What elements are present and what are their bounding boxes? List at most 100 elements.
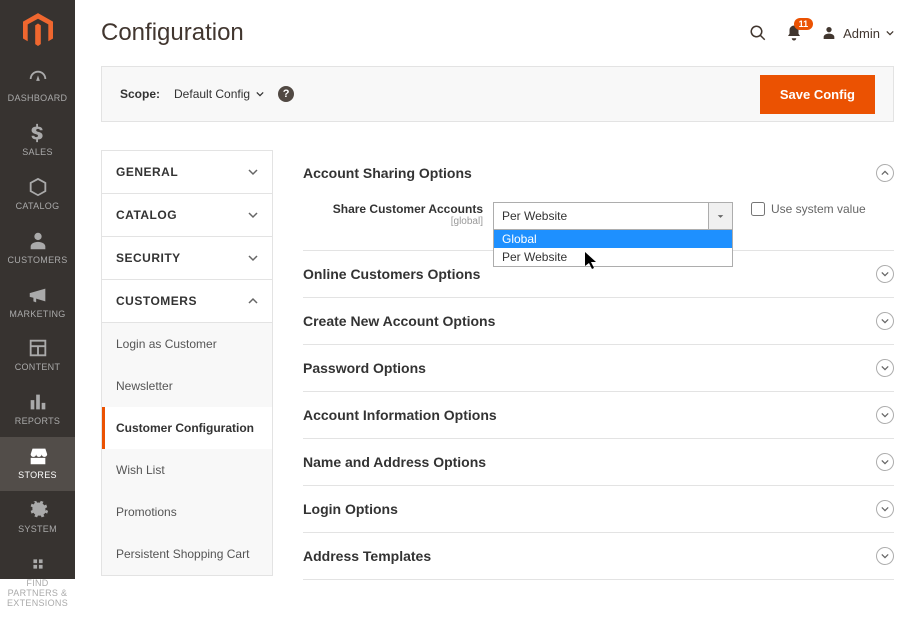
config-item-login-as-customer[interactable]: Login as Customer bbox=[102, 323, 272, 365]
catalog-icon bbox=[27, 176, 49, 198]
scope-selector[interactable]: Default Config bbox=[174, 87, 264, 101]
config-group-customers-items: Login as Customer Newsletter Customer Co… bbox=[101, 323, 273, 576]
config-group-security[interactable]: SECURITY bbox=[101, 236, 273, 279]
nav-catalog[interactable]: CATALOG bbox=[0, 168, 75, 222]
config-item-newsletter[interactable]: Newsletter bbox=[102, 365, 272, 407]
chevron-down-icon bbox=[248, 253, 258, 263]
admin-account-menu[interactable]: Admin bbox=[821, 25, 894, 41]
notification-badge: 11 bbox=[794, 18, 814, 30]
content-icon bbox=[27, 337, 49, 359]
config-group-catalog[interactable]: CATALOG bbox=[101, 193, 273, 236]
system-icon bbox=[27, 499, 49, 521]
expand-icon bbox=[876, 312, 894, 330]
field-label: Share Customer Accounts [global] bbox=[303, 202, 493, 227]
chevron-down-icon bbox=[886, 29, 894, 37]
section-body: Share Customer Accounts [global] Per Web… bbox=[303, 196, 894, 250]
nav-label: MARKETING bbox=[5, 310, 69, 320]
reports-icon bbox=[27, 391, 49, 413]
nav-reports[interactable]: REPORTS bbox=[0, 383, 75, 437]
nav-stores[interactable]: STORES bbox=[0, 437, 75, 491]
config-item-persistent-cart[interactable]: Persistent Shopping Cart bbox=[102, 533, 272, 575]
admin-sidebar: DASHBOARD SALES CATALOG CUSTOMERS MARKET… bbox=[0, 0, 75, 579]
use-system-label: Use system value bbox=[771, 202, 866, 216]
select-value: Per Website bbox=[502, 209, 567, 223]
nav-content[interactable]: CONTENT bbox=[0, 329, 75, 383]
section-title: Account Information Options bbox=[303, 407, 497, 423]
nav-system[interactable]: SYSTEM bbox=[0, 491, 75, 545]
section-account-sharing: Account Sharing Options Share Customer A… bbox=[303, 150, 894, 251]
header-actions: 11 Admin bbox=[749, 24, 894, 42]
config-item-wish-list[interactable]: Wish List bbox=[102, 449, 272, 491]
search-icon[interactable] bbox=[749, 24, 767, 42]
dropdown-option-global[interactable]: Global bbox=[494, 230, 732, 248]
section-title: Account Sharing Options bbox=[303, 165, 472, 181]
nav-sales[interactable]: SALES bbox=[0, 114, 75, 168]
section-header[interactable]: Account Sharing Options bbox=[303, 150, 894, 196]
main-area: Configuration 11 Admin Scope: Default Co… bbox=[75, 0, 920, 579]
nav-customers[interactable]: CUSTOMERS bbox=[0, 222, 75, 276]
config-group-customers[interactable]: CUSTOMERS bbox=[101, 279, 273, 323]
expand-icon bbox=[876, 265, 894, 283]
section-header[interactable]: Create New Account Options bbox=[303, 298, 894, 344]
nav-marketing[interactable]: MARKETING bbox=[0, 276, 75, 330]
config-item-customer-configuration[interactable]: Customer Configuration bbox=[102, 407, 272, 449]
nav-label: FIND PARTNERS & EXTENSIONS bbox=[0, 579, 75, 609]
section-title: Password Options bbox=[303, 360, 426, 376]
collapse-icon bbox=[876, 164, 894, 182]
section-title: Create New Account Options bbox=[303, 313, 495, 329]
sales-icon bbox=[27, 122, 49, 144]
section-address-templates: Address Templates bbox=[303, 533, 894, 580]
nav-label: SALES bbox=[18, 148, 57, 158]
config-group-label: CATALOG bbox=[116, 208, 177, 222]
magento-logo[interactable] bbox=[0, 0, 75, 60]
section-header[interactable]: Account Information Options bbox=[303, 392, 894, 438]
notifications-icon[interactable]: 11 bbox=[785, 24, 803, 42]
marketing-icon bbox=[27, 284, 49, 306]
nav-dashboard[interactable]: DASHBOARD bbox=[0, 60, 75, 114]
config-panel: Account Sharing Options Share Customer A… bbox=[303, 150, 894, 580]
expand-icon bbox=[876, 547, 894, 565]
section-header[interactable]: Password Options bbox=[303, 345, 894, 391]
dropdown-option-per-website[interactable]: Per Website bbox=[494, 248, 732, 266]
section-login: Login Options bbox=[303, 486, 894, 533]
nav-label: CATALOG bbox=[12, 202, 64, 212]
nav-label: STORES bbox=[14, 471, 61, 481]
config-group-label: CUSTOMERS bbox=[116, 294, 197, 308]
use-system-value-checkbox[interactable]: Use system value bbox=[751, 202, 866, 216]
field-control: Per Website Global Per Website bbox=[493, 202, 733, 230]
chevron-up-icon bbox=[248, 296, 258, 306]
section-header[interactable]: Name and Address Options bbox=[303, 439, 894, 485]
section-create-account: Create New Account Options bbox=[303, 298, 894, 345]
share-accounts-select[interactable]: Per Website bbox=[493, 202, 733, 230]
section-password: Password Options bbox=[303, 345, 894, 392]
nav-label: CONTENT bbox=[11, 363, 65, 373]
config-content: GENERAL CATALOG SECURITY CUSTOMERS Login… bbox=[101, 150, 894, 580]
config-group-label: SECURITY bbox=[116, 251, 181, 265]
admin-label: Admin bbox=[843, 26, 880, 41]
avatar-icon bbox=[821, 25, 837, 41]
chevron-down-icon bbox=[248, 167, 258, 177]
expand-icon bbox=[876, 500, 894, 518]
help-icon[interactable]: ? bbox=[278, 86, 294, 102]
use-system-input[interactable] bbox=[751, 202, 765, 216]
field-scope-label: [global] bbox=[303, 216, 483, 227]
nav-partners[interactable]: FIND PARTNERS & EXTENSIONS bbox=[0, 545, 75, 619]
page-title: Configuration bbox=[101, 19, 244, 47]
save-config-button[interactable]: Save Config bbox=[760, 75, 875, 114]
chevron-down-icon bbox=[248, 210, 258, 220]
dashboard-icon bbox=[27, 68, 49, 90]
config-item-promotions[interactable]: Promotions bbox=[102, 491, 272, 533]
section-title: Online Customers Options bbox=[303, 266, 480, 282]
partners-icon bbox=[27, 553, 49, 575]
chevron-down-icon bbox=[256, 90, 264, 98]
config-group-general[interactable]: GENERAL bbox=[101, 150, 273, 193]
share-accounts-dropdown: Global Per Website bbox=[493, 229, 733, 267]
scope-value: Default Config bbox=[174, 87, 250, 101]
section-title: Name and Address Options bbox=[303, 454, 486, 470]
nav-label: CUSTOMERS bbox=[3, 256, 71, 266]
page-header: Configuration 11 Admin bbox=[101, 0, 894, 66]
section-header[interactable]: Address Templates bbox=[303, 533, 894, 579]
section-header[interactable]: Login Options bbox=[303, 486, 894, 532]
stores-icon bbox=[27, 445, 49, 467]
expand-icon bbox=[876, 453, 894, 471]
